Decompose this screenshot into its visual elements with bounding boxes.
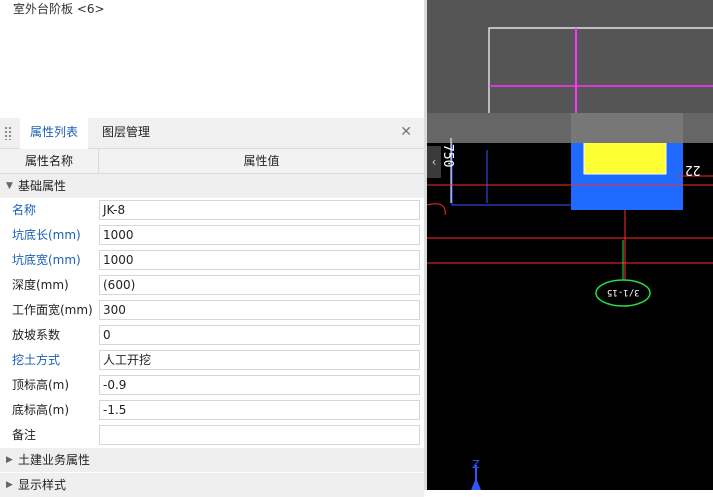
axis-label: 3/1-15	[607, 287, 640, 297]
property-name: 底标高(m)	[12, 403, 70, 417]
table-header: 属性名称 属性值	[0, 149, 424, 174]
property-value-field[interactable]: 0	[99, 325, 420, 345]
blue-outline	[451, 143, 571, 206]
property-row: 名称 JK-8	[0, 198, 424, 223]
component-list-item[interactable]: 室外台阶板 <6>	[13, 0, 105, 17]
property-value-field[interactable]: -1.5	[99, 400, 420, 420]
chevron-down-icon[interactable]: ▼	[6, 174, 13, 198]
tab-properties[interactable]: 属性列表	[20, 118, 88, 149]
dimension-label-left: 750	[440, 144, 455, 168]
property-row: 坑底宽(mm) 1000	[0, 248, 424, 273]
property-value-field[interactable]: 1000	[99, 250, 420, 270]
property-row: 放坡系数 0	[0, 323, 424, 348]
property-name: 放坡系数	[12, 328, 61, 342]
z-axis-arrow-icon	[471, 478, 481, 490]
group-label: 显示样式	[18, 478, 67, 492]
component-list: 室外台阶板 <6>	[0, 0, 425, 116]
cad-drawing	[426, 0, 713, 490]
property-row: 底标高(m) -1.5	[0, 398, 424, 423]
column-header-name: 属性名称	[0, 149, 99, 173]
footing-top	[571, 113, 683, 143]
group-display-style[interactable]: ▶ 显示样式	[0, 473, 424, 497]
property-row: 坑底长(mm) 1000	[0, 223, 424, 248]
property-name: 工作面宽(mm)	[12, 303, 93, 317]
group-label: 土建业务属性	[18, 453, 91, 467]
property-value-field[interactable]: 人工开挖	[99, 350, 420, 370]
slab-area	[427, 0, 713, 113]
property-value-field[interactable]	[99, 425, 420, 445]
cad-canvas[interactable]: 750 22 3/1-15 Z	[426, 0, 713, 490]
close-icon[interactable]: ✕	[400, 124, 412, 140]
property-value-field[interactable]: 1000	[99, 225, 420, 245]
property-row: 顶标高(m) -0.9	[0, 373, 424, 398]
tab-layers[interactable]: 图层管理	[96, 118, 156, 147]
red-arc	[426, 203, 446, 216]
property-row: 备注	[0, 423, 424, 448]
collapse-panel-button[interactable]: ‹	[427, 146, 441, 178]
property-row: 挖土方式 人工开挖	[0, 348, 424, 373]
property-name[interactable]: 坑底宽(mm)	[12, 248, 81, 273]
column-header-value: 属性值	[243, 154, 280, 168]
property-name: 深度(mm)	[12, 278, 69, 292]
chevron-right-icon[interactable]: ▶	[6, 473, 13, 497]
group-label: 基础属性	[18, 179, 67, 193]
panel-header: 属性列表 图层管理 ✕	[0, 118, 424, 149]
property-name: 顶标高(m)	[12, 378, 70, 392]
property-name: 备注	[12, 428, 37, 442]
property-name[interactable]: 挖土方式	[12, 348, 60, 373]
group-civil-properties[interactable]: ▶ 土建业务属性	[0, 448, 424, 472]
group-basic-properties[interactable]: ▼ 基础属性	[0, 174, 424, 198]
property-name[interactable]: 名称	[12, 198, 36, 223]
property-row: 工作面宽(mm) 300	[0, 298, 424, 323]
z-axis-label: Z	[472, 458, 480, 471]
property-row: 深度(mm) (600)	[0, 273, 424, 298]
property-value-field[interactable]: (600)	[99, 275, 420, 295]
dimension-label-right: 22	[685, 162, 701, 177]
property-value-field[interactable]: 300	[99, 300, 420, 320]
property-name[interactable]: 坑底长(mm)	[12, 223, 81, 248]
chevron-right-icon[interactable]: ▶	[6, 448, 13, 472]
property-value-field[interactable]: -0.9	[99, 375, 420, 395]
property-value-field[interactable]: JK-8	[99, 200, 420, 220]
drag-handle-icon[interactable]	[4, 126, 12, 140]
footing-cap	[583, 139, 667, 175]
